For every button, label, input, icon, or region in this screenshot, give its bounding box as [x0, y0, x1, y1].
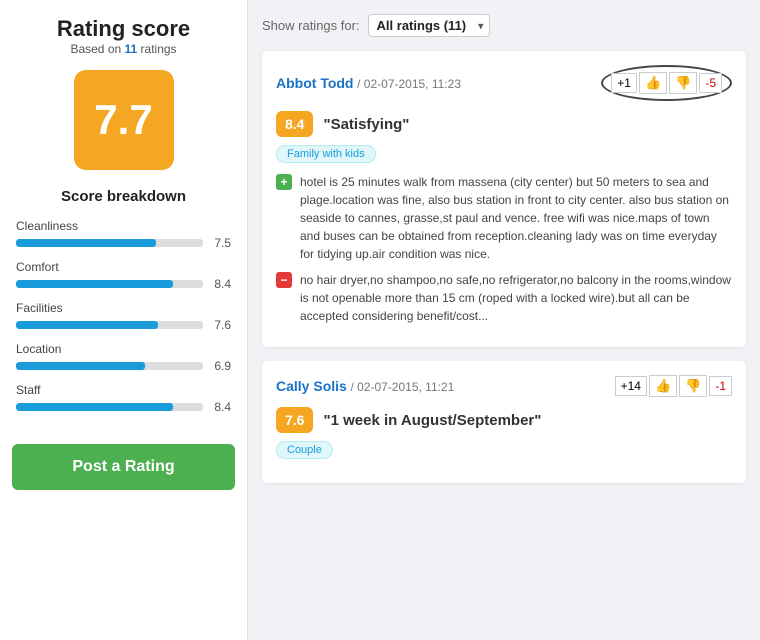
filter-select[interactable]: All ratings (11) — [368, 14, 490, 37]
bar-score-cleanliness: 7.5 — [209, 236, 231, 250]
vote-plus-0: +1 — [611, 73, 637, 93]
bar-track-cleanliness — [16, 239, 203, 247]
review-score-row-1: 7.6 "1 week in August/September" — [276, 407, 732, 433]
tag-1: Couple — [276, 441, 333, 459]
breakdown-item-staff: Staff 8.4 — [16, 383, 231, 414]
post-rating-button[interactable]: Post a Rating — [12, 444, 235, 490]
bar-fill-cleanliness — [16, 239, 156, 247]
review-score-badge-0: 8.4 — [276, 111, 313, 137]
breakdown-list: Cleanliness 7.5 Comfort 8.4 Facilities — [12, 219, 235, 424]
reviewer-name-date-1: Cally Solis / 02-07-2015, 11:21 — [276, 378, 454, 394]
review-card-0: Abbot Todd / 02-07-2015, 11:23 +1 👍 👎 -5… — [262, 51, 746, 347]
neg-icon-0: − — [276, 272, 292, 288]
bar-score-comfort: 8.4 — [209, 277, 231, 291]
review-header-1: Cally Solis / 02-07-2015, 11:21 +14 👍 👎 … — [276, 375, 732, 397]
left-panel: Rating score Based on 11 ratings 7.7 Sco… — [0, 0, 248, 640]
review-score-badge-1: 7.6 — [276, 407, 313, 433]
bar-fill-staff — [16, 403, 173, 411]
right-panel: Show ratings for: All ratings (11) Abbot… — [248, 0, 760, 640]
pos-text-0: hotel is 25 minutes walk from massena (c… — [300, 173, 732, 263]
bar-track-location — [16, 362, 203, 370]
rating-title: Rating score — [57, 16, 190, 42]
thumbs-up-button-0[interactable]: 👍 — [639, 72, 667, 94]
tag-row-0: Family with kids — [276, 145, 732, 163]
review-title-1: "1 week in August/September" — [323, 412, 541, 429]
score-breakdown-title: Score breakdown — [61, 188, 186, 205]
subtitle-count: 11 — [125, 42, 138, 56]
vote-circle-0: +1 👍 👎 -5 — [601, 65, 732, 101]
thumbs-down-button-0[interactable]: 👎 — [669, 72, 697, 94]
score-box: 7.7 — [74, 70, 174, 170]
breakdown-label-location: Location — [16, 342, 231, 356]
breakdown-item-location: Location 6.9 — [16, 342, 231, 373]
score-number: 7.7 — [94, 96, 152, 144]
thumbs-down-button-1[interactable]: 👎 — [679, 375, 707, 397]
reviewer-name-0: Abbot Todd — [276, 75, 354, 91]
bar-track-facilities — [16, 321, 203, 329]
bar-fill-comfort — [16, 280, 173, 288]
review-card-1: Cally Solis / 02-07-2015, 11:21 +14 👍 👎 … — [262, 361, 746, 483]
bar-fill-location — [16, 362, 145, 370]
reviewer-date-0: / 02-07-2015, 11:23 — [357, 77, 461, 91]
tag-0: Family with kids — [276, 145, 376, 163]
bar-score-facilities: 7.6 — [209, 318, 231, 332]
bar-track-comfort — [16, 280, 203, 288]
subtitle-pre: Based on — [70, 42, 124, 56]
bar-fill-facilities — [16, 321, 158, 329]
breakdown-item-comfort: Comfort 8.4 — [16, 260, 231, 291]
subtitle-post: ratings — [137, 42, 176, 56]
breakdown-label-cleanliness: Cleanliness — [16, 219, 231, 233]
thumbs-up-button-1[interactable]: 👍 — [649, 375, 677, 397]
vote-minus-1: -1 — [709, 376, 732, 396]
neg-text-0: no hair dryer,no shampoo,no safe,no refr… — [300, 271, 732, 325]
reviewer-name-date-0: Abbot Todd / 02-07-2015, 11:23 — [276, 75, 461, 91]
vote-plus-1: +14 — [615, 376, 647, 396]
breakdown-label-staff: Staff — [16, 383, 231, 397]
vote-container-1: +14 👍 👎 -1 — [615, 375, 732, 397]
bar-score-location: 6.9 — [209, 359, 231, 373]
neg-text-block-0: − no hair dryer,no shampoo,no safe,no re… — [276, 271, 732, 325]
breakdown-label-facilities: Facilities — [16, 301, 231, 315]
review-title-0: "Satisfying" — [323, 116, 409, 133]
reviewer-name-1: Cally Solis — [276, 378, 347, 394]
review-header-0: Abbot Todd / 02-07-2015, 11:23 +1 👍 👎 -5 — [276, 65, 732, 101]
filter-label: Show ratings for: — [262, 18, 360, 33]
breakdown-item-facilities: Facilities 7.6 — [16, 301, 231, 332]
filter-bar: Show ratings for: All ratings (11) — [262, 14, 746, 37]
bar-track-staff — [16, 403, 203, 411]
filter-select-wrapper[interactable]: All ratings (11) — [368, 14, 490, 37]
pos-text-block-0: + hotel is 25 minutes walk from massena … — [276, 173, 732, 263]
reviewer-date-1: / 02-07-2015, 11:21 — [350, 380, 454, 394]
rating-subtitle: Based on 11 ratings — [70, 42, 176, 56]
tag-row-1: Couple — [276, 441, 732, 459]
breakdown-label-comfort: Comfort — [16, 260, 231, 274]
breakdown-item-cleanliness: Cleanliness 7.5 — [16, 219, 231, 250]
vote-minus-0: -5 — [699, 73, 722, 93]
bar-score-staff: 8.4 — [209, 400, 231, 414]
pos-icon-0: + — [276, 174, 292, 190]
review-score-row-0: 8.4 "Satisfying" — [276, 111, 732, 137]
